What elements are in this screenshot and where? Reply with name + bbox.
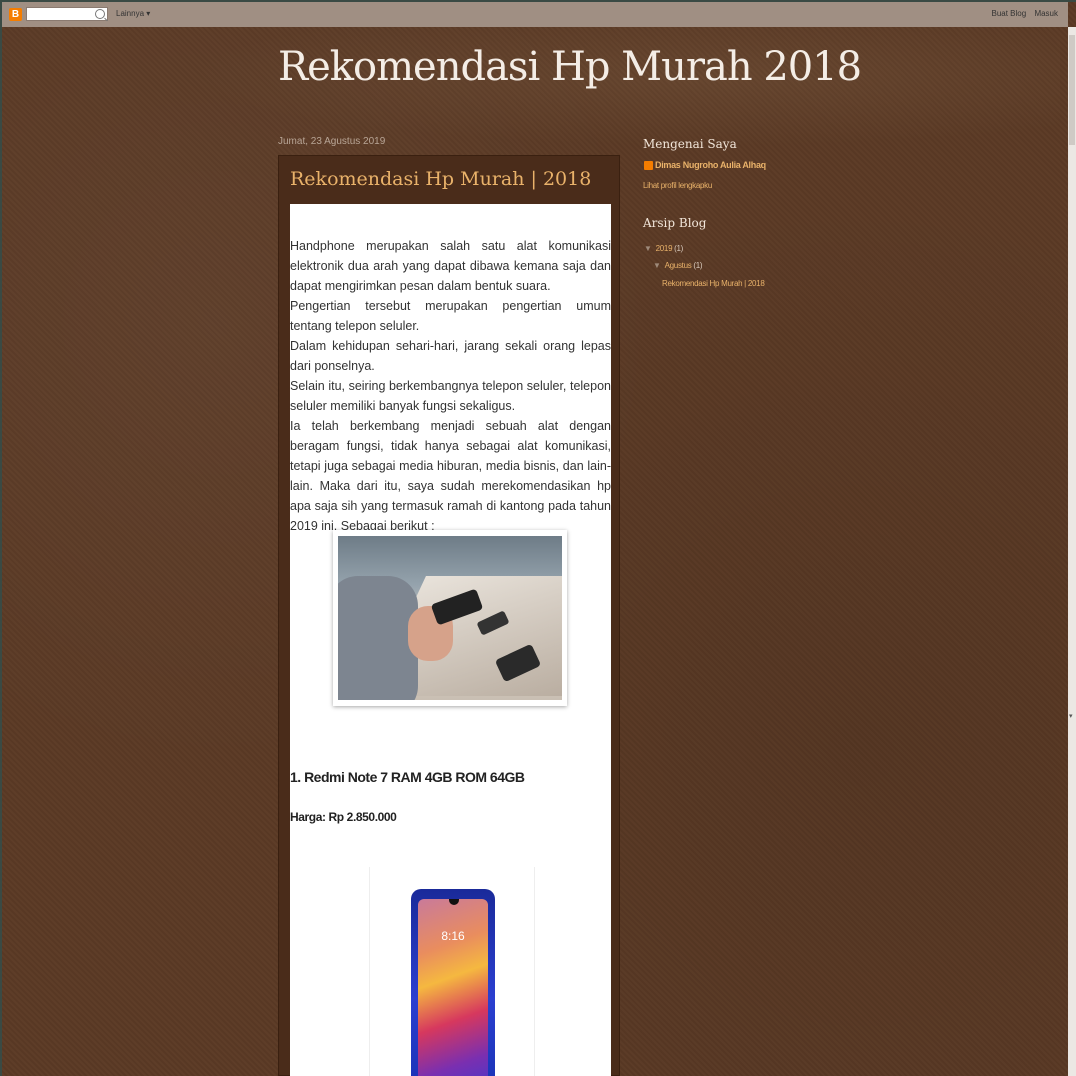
sign-in-link[interactable]: Masuk bbox=[1034, 9, 1058, 18]
blogger-navbar: B Lainnya ▾ Buat Blog Masuk bbox=[2, 2, 1068, 27]
archive-month-label[interactable]: Agustus bbox=[665, 261, 692, 270]
archive-year-count: (1) bbox=[674, 244, 684, 253]
navbar-search-input[interactable] bbox=[26, 7, 108, 21]
item-heading: 1. Redmi Note 7 RAM 4GB ROM 64GB bbox=[290, 769, 525, 785]
post-paragraph: Ia telah berkembang menjadi sebuah alat … bbox=[290, 419, 611, 533]
scroll-down-arrow-icon[interactable]: ▾ bbox=[1069, 712, 1073, 720]
archive-post-link[interactable]: Rekomendasi Hp Murah | 2018 bbox=[662, 279, 765, 288]
phone-screen: 8:16 bbox=[418, 899, 488, 1076]
post-paragraph: Handphone merupakan salah satu alat komu… bbox=[290, 239, 611, 293]
archive-month-count: (1) bbox=[693, 261, 703, 270]
navbar-more-menu[interactable]: Lainnya ▾ bbox=[116, 9, 150, 18]
expand-triangle-icon[interactable]: ▼ bbox=[653, 261, 661, 270]
archive-month-item[interactable]: ▼ Agustus (1) bbox=[653, 261, 703, 270]
page-scrollbar[interactable]: ▾ bbox=[1068, 27, 1076, 1076]
phone-notch bbox=[449, 899, 459, 905]
view-full-profile-link[interactable]: Lihat profil lengkapku bbox=[643, 181, 712, 190]
search-icon[interactable] bbox=[95, 9, 105, 19]
create-blog-link[interactable]: Buat Blog bbox=[992, 9, 1027, 18]
archive-year-label[interactable]: 2019 bbox=[656, 244, 673, 253]
post-body: Handphone merupakan salah satu alat komu… bbox=[290, 204, 611, 1076]
blog-title[interactable]: Rekomendasi Hp Murah 2018 bbox=[278, 44, 862, 90]
post-title[interactable]: Rekomendasi Hp Murah | 2018 bbox=[290, 168, 591, 190]
post-paragraph: Pengertian tersebut merupakan pengertian… bbox=[290, 299, 611, 333]
post-photo-frame[interactable] bbox=[333, 530, 567, 706]
phone-clock: 8:16 bbox=[441, 929, 465, 943]
profile-name-link[interactable]: Dimas Nugroho Aulia Alhaq bbox=[655, 160, 766, 170]
person-arm bbox=[338, 576, 418, 700]
phone-store-photo[interactable] bbox=[338, 536, 562, 700]
blogger-logo-icon[interactable]: B bbox=[9, 8, 22, 21]
blog-archive-heading: Arsip Blog bbox=[643, 216, 707, 230]
expand-triangle-icon[interactable]: ▼ bbox=[644, 244, 652, 253]
archive-year-item[interactable]: ▼ 2019 (1) bbox=[644, 244, 683, 253]
redmi-note-7-image[interactable]: 8:16 bbox=[369, 867, 535, 1076]
window-frame-left bbox=[0, 0, 2, 1076]
post-paragraph: Dalam kehidupan sehari-hari, jarang seka… bbox=[290, 339, 611, 373]
scrollbar-thumb[interactable] bbox=[1069, 35, 1075, 145]
blogger-profile-icon bbox=[644, 161, 653, 170]
post-date: Jumat, 23 Agustus 2019 bbox=[278, 136, 386, 147]
navbar-right-links: Buat Blog Masuk bbox=[986, 9, 1059, 18]
item-price: Harga: Rp 2.850.000 bbox=[290, 810, 397, 824]
phone-device: 8:16 bbox=[411, 889, 495, 1076]
about-me-heading: Mengenai Saya bbox=[643, 137, 737, 151]
post-paragraph: Selain itu, seiring berkembangnya telepo… bbox=[290, 379, 611, 413]
